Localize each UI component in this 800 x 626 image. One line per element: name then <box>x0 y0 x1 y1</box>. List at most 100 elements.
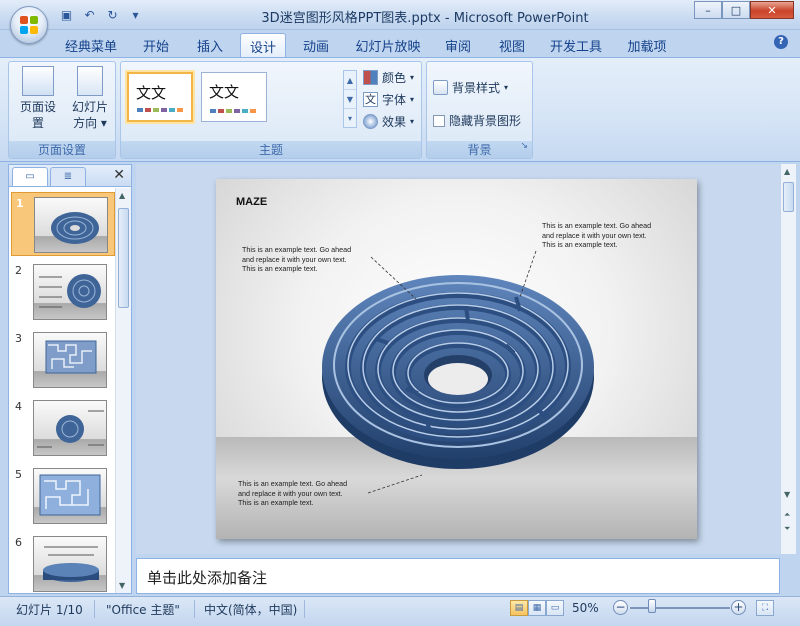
slide-thumb-3[interactable]: 3 <box>11 328 115 392</box>
zoom-in-icon[interactable]: + <box>731 600 746 615</box>
effects-icon <box>363 114 378 129</box>
page-setup-button[interactable]: 页面设置 <box>15 66 61 131</box>
chevron-down-icon: ▾ <box>410 73 415 82</box>
tab-view[interactable]: 视图 <box>490 33 534 57</box>
gallery-more-icon[interactable]: ▾ <box>344 109 356 128</box>
theme-thumb-text: 文文 <box>136 84 167 102</box>
panel-scroll-thumb[interactable] <box>118 208 129 308</box>
gallery-up-icon[interactable]: ▲ <box>344 71 356 90</box>
close-icon[interactable]: ✕ <box>113 167 125 183</box>
slide-title[interactable]: MAZE <box>236 196 267 208</box>
chevron-down-icon: ▾ <box>410 95 415 104</box>
slide-thumb-image <box>33 468 107 524</box>
group-background: 背景样式 ▾ 隐藏背景图形 背景 ↘ <box>426 61 533 159</box>
close-button[interactable]: ✕ <box>750 1 794 19</box>
colors-button[interactable]: 颜色 ▾ <box>363 69 414 86</box>
background-styles-button[interactable]: 背景样式 ▾ <box>433 79 508 96</box>
language-indicator[interactable]: 中文(简体，中国) <box>204 601 297 618</box>
zoom-slider[interactable] <box>630 607 730 609</box>
theme-thumb-text: 文文 <box>209 83 240 101</box>
background-styles-label: 背景样式 <box>452 81 501 95</box>
callout-text-left-top[interactable]: This is an example text. Go ahead and re… <box>242 245 351 274</box>
tab-classic-menu[interactable]: 经典菜单 <box>60 33 122 57</box>
slide-thumbnails: 1 2 3 4 5 6 <box>9 188 115 593</box>
tab-slideshow[interactable]: 幻灯片放映 <box>350 33 426 57</box>
zoom-slider-knob[interactable] <box>648 599 656 613</box>
theme-name[interactable]: "Office 主题" <box>106 601 180 618</box>
theme-thumb-office[interactable]: 文文 <box>127 72 193 122</box>
ribbon-tabs: 经典菜单 开始 插入 设计 动画 幻灯片放映 审阅 视图 开发工具 加载项 <box>0 30 800 57</box>
slide-thumb-4[interactable]: 4 <box>11 396 115 460</box>
slide-number: 3 <box>15 332 22 345</box>
zoom-level[interactable]: 50% <box>572 601 599 615</box>
hide-background-graphics[interactable]: 隐藏背景图形 <box>433 112 521 129</box>
zoom-out-icon[interactable]: − <box>613 600 628 615</box>
panel-scrollbar[interactable]: ▲ ▼ <box>115 188 131 593</box>
scroll-up-icon[interactable]: ▲ <box>784 167 790 176</box>
notes-placeholder: 单击此处添加备注 <box>147 569 268 587</box>
tab-insert[interactable]: 插入 <box>188 33 232 57</box>
scroll-down-icon[interactable]: ▼ <box>784 490 790 499</box>
office-button[interactable] <box>10 6 48 44</box>
slides-tab-icon[interactable]: ▭ <box>12 167 48 186</box>
tab-home[interactable]: 开始 <box>134 33 178 57</box>
dialog-launcher-icon[interactable]: ↘ <box>520 141 528 151</box>
slide-thumb-image <box>33 536 107 592</box>
effects-button[interactable]: 效果 ▾ <box>363 113 414 130</box>
previous-slide-icon[interactable]: ⏶ <box>784 510 790 520</box>
slide-orientation-label-line2: 方向 ▾ <box>73 116 107 130</box>
colors-label: 颜色 <box>382 71 407 85</box>
main-area: ▭ ≣ ✕ 1 2 3 4 5 6 ▲ ▼ MAZE This is an ex… <box>0 162 800 595</box>
normal-view-icon[interactable]: ▤ <box>510 600 528 616</box>
callout-text-right-top[interactable]: This is an example text. Go ahead and re… <box>542 221 651 250</box>
slide-scroll-thumb[interactable] <box>783 182 794 212</box>
slide-thumb-1[interactable]: 1 <box>11 192 115 256</box>
slide-thumb-image <box>33 264 107 320</box>
slide-thumb-6[interactable]: 6 <box>11 532 115 596</box>
outline-tab-icon[interactable]: ≣ <box>50 167 86 186</box>
slide-orientation-button[interactable]: 幻灯片 方向 ▾ <box>67 66 113 131</box>
status-separator <box>194 600 195 618</box>
theme-color-bars <box>210 109 256 113</box>
tab-animation[interactable]: 动画 <box>294 33 338 57</box>
scroll-down-icon[interactable]: ▼ <box>119 581 125 590</box>
theme-gallery-scroll[interactable]: ▲ ▼ ▾ <box>343 70 357 128</box>
slide-number: 5 <box>15 468 22 481</box>
help-icon[interactable]: ? <box>774 35 788 49</box>
slide-counter: 幻灯片 1/10 <box>16 603 83 617</box>
slide-sorter-icon[interactable]: ▦ <box>528 600 546 616</box>
slide-scrollbar[interactable]: ▲ ▼ ⏶ ⏷ <box>780 164 796 554</box>
slideshow-view-icon[interactable]: ▭ <box>546 600 564 616</box>
group-label-background: 背景 ↘ <box>427 141 532 158</box>
slide-number: 1 <box>16 197 24 210</box>
maximize-button[interactable]: □ <box>722 1 750 19</box>
page-setup-label: 页面设置 <box>19 100 56 130</box>
tab-design[interactable]: 设计 <box>240 33 286 57</box>
fonts-icon: 文 <box>363 92 378 107</box>
next-slide-icon[interactable]: ⏷ <box>784 524 790 534</box>
status-separator <box>304 600 305 618</box>
slide-number: 2 <box>15 264 22 277</box>
theme-thumb-2[interactable]: 文文 <box>201 72 267 122</box>
tab-addins[interactable]: 加载项 <box>620 33 674 57</box>
gallery-down-icon[interactable]: ▼ <box>344 90 356 109</box>
slide-editing-area: MAZE This is an example text. Go ahead a… <box>136 164 780 554</box>
tab-review[interactable]: 审阅 <box>436 33 480 57</box>
window-controls: – □ ✕ <box>694 1 794 19</box>
theme-color-bars <box>137 108 183 112</box>
callout-text-left-bottom[interactable]: This is an example text. Go ahead and re… <box>238 479 347 508</box>
slide-canvas[interactable]: MAZE This is an example text. Go ahead a… <box>216 179 697 539</box>
tab-developer[interactable]: 开发工具 <box>544 33 608 57</box>
slide-thumb-5[interactable]: 5 <box>11 464 115 528</box>
hide-background-checkbox[interactable] <box>433 114 445 127</box>
ribbon: 页面设置 幻灯片 方向 ▾ 页面设置 文文 文文 ▲ ▼ ▾ 颜色 ▾ 文 字体… <box>0 57 800 162</box>
fonts-button[interactable]: 文 字体 ▾ <box>363 91 414 108</box>
notes-pane[interactable]: 单击此处添加备注 <box>136 558 780 594</box>
minimize-button[interactable]: – <box>694 1 722 19</box>
scroll-up-icon[interactable]: ▲ <box>119 191 125 200</box>
window-title: 3D迷宫图形风格PPT图表.pptx - Microsoft PowerPoin… <box>261 11 589 26</box>
slide-orientation-icon <box>77 66 103 96</box>
fit-to-window-icon[interactable]: ⛶ <box>756 600 774 616</box>
slide-thumb-2[interactable]: 2 <box>11 260 115 324</box>
slide-thumb-image <box>33 400 107 456</box>
